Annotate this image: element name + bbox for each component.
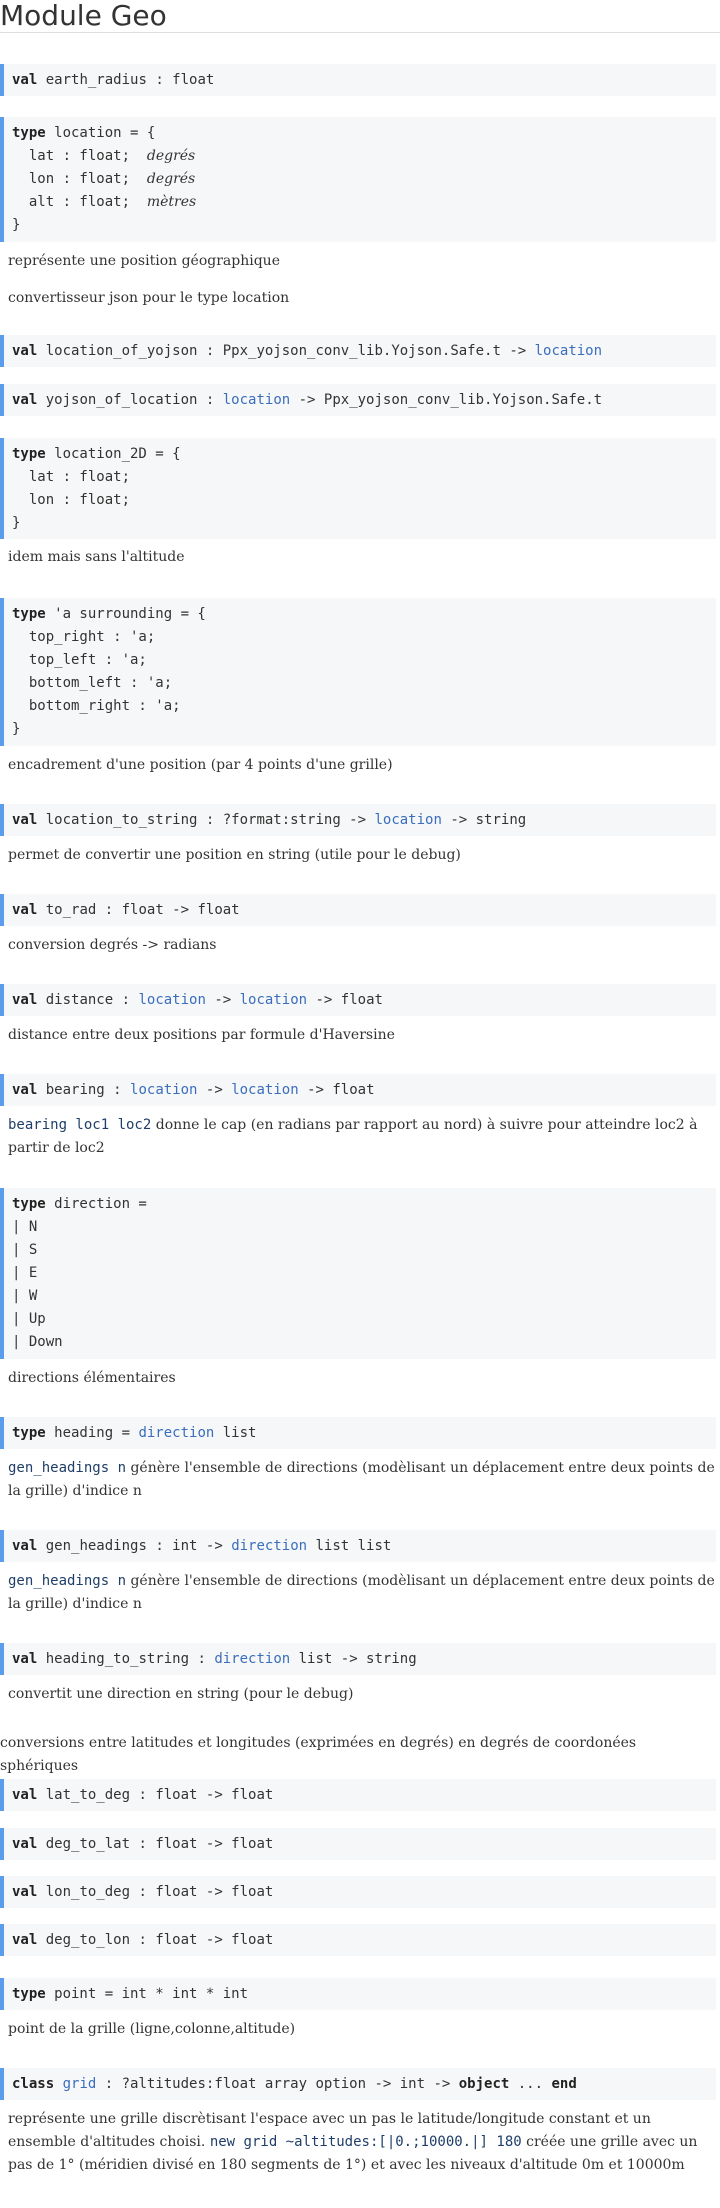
spec-bearing: val bearing : location -> location -> fl… (0, 1074, 716, 1106)
type-link-location[interactable]: location (535, 343, 602, 359)
value-name: deg_to_lat (45, 1835, 131, 1852)
variant-case: | N (12, 1219, 38, 1235)
page-title: Module Geo (0, 0, 720, 33)
record-close: } (12, 217, 21, 233)
type-head: type 'a surrounding = { (12, 606, 206, 622)
record-close: } (12, 515, 21, 531)
record-field: lat : float; degrés (12, 148, 196, 164)
spec-type-location-2d: type location_2D = { lat : float; lon : … (0, 438, 716, 539)
inline-code: gen_headings n (8, 1460, 127, 1476)
doc-location-to-string: permet de convertir une position en stri… (8, 847, 461, 863)
value-name: bearing (45, 1081, 105, 1098)
spec-type-point: type point = int * int * int (0, 1978, 716, 2010)
type-link-direction[interactable]: direction (138, 1425, 214, 1441)
spec-location-of-yojson: val location_of_yojson : Ppx_yojson_conv… (0, 335, 716, 367)
field-comment: degrés (146, 171, 196, 187)
spec-type-heading: type heading = direction list (0, 1417, 716, 1449)
type-link-location[interactable]: location (223, 392, 290, 408)
doc-location: représente une position géographique (8, 253, 280, 269)
doc-grid: représente une grille discrètisant l'esp… (8, 2111, 698, 2173)
doc-location-2d: idem mais sans l'altitude (8, 549, 185, 565)
field-comment: degrés (146, 148, 196, 164)
value-name: location_of_yojson (45, 342, 198, 359)
value-name: location_to_string (45, 811, 198, 828)
spec-lon-to-deg: val lon_to_deg : float -> float (0, 1876, 716, 1908)
record-field: bottom_right : 'a; (12, 698, 181, 714)
doc-surrounding: encadrement d'une position (par 4 points… (8, 757, 393, 773)
record-field: top_right : 'a; (12, 629, 156, 645)
inline-code: new grid ~altitudes:[|0.;10000.|] 180 (209, 2134, 522, 2150)
record-field: lon : float; (12, 492, 131, 508)
value-name: heading_to_string (45, 1650, 190, 1667)
type-link-location[interactable]: location (374, 812, 441, 828)
value-name: yojson_of_location (45, 391, 198, 408)
variant-case: | E (12, 1265, 38, 1281)
field-comment: mètres (146, 194, 197, 210)
value-name: to_rad (45, 901, 97, 918)
inline-code: gen_headings n (8, 1573, 127, 1589)
value-name: lon_to_deg (45, 1883, 131, 1900)
variant-case: | Up (12, 1311, 46, 1327)
value-name: earth_radius (45, 71, 147, 88)
record-field: lat : float; (12, 469, 131, 485)
type-link-direction[interactable]: direction (231, 1538, 307, 1554)
spec-location-to-string: val location_to_string : ?format:string … (0, 804, 716, 836)
keyword-val: val (12, 71, 38, 88)
spec-gen-headings: val gen_headings : int -> direction list… (0, 1530, 716, 1562)
spec-distance: val distance : location -> location -> f… (0, 984, 716, 1016)
doc-conversions: conversions entre latitudes et longitude… (0, 1735, 637, 1774)
record-field: alt : float; mètres (12, 194, 197, 210)
spec-deg-to-lat: val deg_to_lat : float -> float (0, 1828, 716, 1860)
spec-lat-to-deg: val lat_to_deg : float -> float (0, 1779, 716, 1811)
variant-case: | Down (12, 1334, 63, 1350)
spec-deg-to-lon: val deg_to_lon : float -> float (0, 1924, 716, 1956)
type-head: type direction = (12, 1196, 147, 1212)
value-signature: : float (146, 71, 215, 88)
spec-type-surrounding: type 'a surrounding = { top_right : 'a; … (0, 598, 716, 746)
variant-case: | S (12, 1242, 38, 1258)
doc-json-converter: convertisseur json pour le type location (8, 290, 290, 306)
record-field: top_left : 'a; (12, 652, 147, 668)
type-link-location[interactable]: location (231, 1082, 298, 1098)
doc-direction: directions élémentaires (8, 1370, 176, 1386)
inline-code: bearing loc1 loc2 (8, 1117, 152, 1133)
record-field: lon : float; degrés (12, 171, 196, 187)
doc-heading: gen_headings n génère l'ensemble de dire… (8, 1460, 715, 1499)
doc-bearing: bearing loc1 loc2 donne le cap (en radia… (8, 1117, 698, 1156)
spec-heading-to-string: val heading_to_string : direction list -… (0, 1643, 716, 1675)
record-field: bottom_left : 'a; (12, 675, 173, 691)
doc-to-rad: conversion degrés -> radians (8, 937, 217, 953)
spec-yojson-of-location: val yojson_of_location : location -> Ppx… (0, 384, 716, 416)
type-link-location[interactable]: location (138, 992, 205, 1008)
type-head: type location_2D = { (12, 446, 181, 462)
spec-class-grid: class grid : ?altitudes:float array opti… (0, 2068, 716, 2100)
type-head: type location = { (12, 125, 156, 141)
type-link-direction[interactable]: direction (214, 1651, 290, 1667)
value-name: lat_to_deg (45, 1786, 131, 1803)
type-link-location[interactable]: location (240, 992, 307, 1008)
doc-gen-headings: gen_headings n génère l'ensemble de dire… (8, 1573, 715, 1612)
spec-type-direction: type direction = | N | S | E | W | Up | Down (0, 1188, 716, 1359)
record-close: } (12, 721, 21, 737)
doc-distance: distance entre deux positions par formul… (8, 1027, 395, 1043)
doc-point: point de la grille (ligne,colonne,altitu… (8, 2021, 296, 2037)
doc-heading-to-string: convertit une direction en string (pour … (8, 1686, 354, 1702)
class-link-grid[interactable]: grid (63, 2076, 97, 2092)
variant-case: | W (12, 1288, 38, 1304)
spec-type-location: type location = { lat : float; degrés lo… (0, 117, 716, 242)
value-name: distance (45, 991, 114, 1008)
type-link-location[interactable]: location (130, 1082, 197, 1098)
value-name: deg_to_lon (45, 1931, 131, 1948)
value-name: gen_headings (45, 1537, 147, 1554)
spec-earth-radius: val earth_radius : float (0, 64, 716, 96)
spec-to-rad: val to_rad : float -> float (0, 894, 716, 926)
module-page: Module Geo val earth_radius : float type… (0, 0, 720, 2208)
